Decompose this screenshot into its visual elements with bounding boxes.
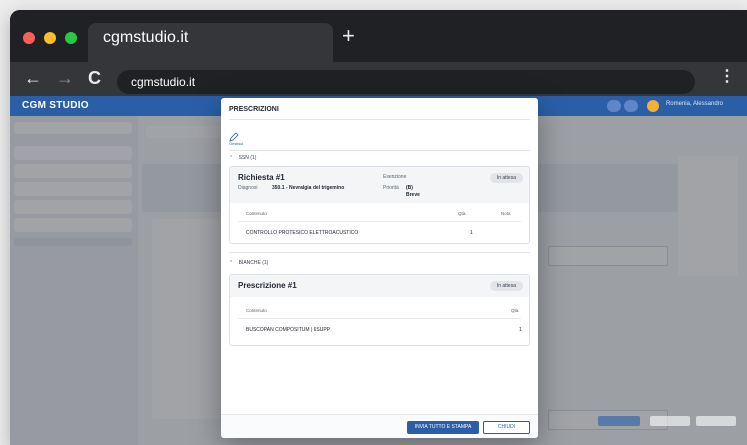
prescription-qty: 1 xyxy=(470,230,473,236)
ssn-request-card: Richiesta #1 In attesa Diagnosi 350.1 - … xyxy=(229,166,530,244)
close-window-button[interactable] xyxy=(23,32,35,44)
bianche-section-label: BIANCHE (1) xyxy=(238,260,269,266)
status-badge: In attesa xyxy=(489,281,523,291)
messages-icon[interactable] xyxy=(624,100,638,112)
exemption-label: Esenzione xyxy=(383,174,407,180)
section-divider xyxy=(229,252,530,253)
toolbar-divider xyxy=(229,150,530,151)
help-icon[interactable] xyxy=(607,100,621,112)
address-bar[interactable]: cgmstudio.it xyxy=(117,70,695,94)
column-header-content: Contenuto xyxy=(246,308,267,313)
bianche-card-title: Prescrizione #1 xyxy=(238,281,297,290)
prescription-content: BUSCOPAN COMPOSITUM | 6SUPP xyxy=(246,327,330,333)
table-divider xyxy=(238,318,521,319)
diagnosis-value: 350.1 - Nevralgia del trigemino xyxy=(272,185,345,191)
ssn-card-title: Richiesta #1 xyxy=(238,173,285,182)
ssn-card-header: Richiesta #1 In attesa Diagnosi 350.1 - … xyxy=(230,167,529,203)
status-badge: In attesa xyxy=(489,173,523,183)
browser-menu-icon[interactable]: ⋮ xyxy=(719,68,735,86)
chevron-up-icon: ⌃ xyxy=(229,260,234,266)
bianche-prescription-card: Prescrizione #1 In attesa Contenuto Qtà.… xyxy=(229,274,530,346)
tab-title: cgmstudio.it xyxy=(103,29,189,46)
diagnosis-label: Diagnosi xyxy=(238,185,258,191)
browser-nav-bar: ← → C cgmstudio.it ⋮ xyxy=(10,62,747,96)
close-button[interactable]: CHIUDI xyxy=(483,421,530,434)
modal-divider xyxy=(229,119,530,120)
back-arrow-icon[interactable]: ← xyxy=(24,67,42,89)
reload-icon[interactable]: C xyxy=(88,67,101,89)
modal-footer: INVIA TUTTO E STAMPA CHIUDI xyxy=(221,414,538,438)
forward-arrow-icon[interactable]: → xyxy=(56,67,74,89)
prescription-content: CONTROLLO PROTESICO ELETTROACUSTICO xyxy=(246,230,359,236)
prescription-qty: 1 xyxy=(519,327,522,333)
background-save-button xyxy=(650,416,690,426)
browser-tab-bar: cgmstudio.it + xyxy=(10,10,747,62)
column-header-qty: Qtà. xyxy=(458,211,467,216)
priority-label: Priorità xyxy=(383,185,399,191)
priority-text: Breve xyxy=(406,192,420,198)
prescriptions-modal: PRESCRIZIONI Gestisci ⌃ SSN (1) Richiest… xyxy=(221,98,538,438)
minimize-window-button[interactable] xyxy=(44,32,56,44)
manage-button[interactable]: Gestisci xyxy=(229,129,247,147)
modal-title: PRESCRIZIONI xyxy=(229,106,279,113)
send-all-and-print-button[interactable]: INVIA TUTTO E STAMPA xyxy=(407,421,479,434)
column-header-content: Contenuto xyxy=(246,211,267,216)
background-confirm-button xyxy=(598,416,640,426)
app-title: CGM STUDIO xyxy=(22,100,89,111)
screen: cgmstudio.it + ← → C cgmstudio.it ⋮ CGM … xyxy=(0,0,747,445)
maximize-window-button[interactable] xyxy=(65,32,77,44)
background-cancel-button xyxy=(696,416,736,426)
column-header-qty: Qtà. xyxy=(511,308,520,313)
ssn-section-toggle[interactable]: ⌃ SSN (1) xyxy=(229,155,256,161)
priority-code: (B) xyxy=(406,185,413,191)
user-avatar[interactable] xyxy=(647,100,659,112)
bianche-card-header: Prescrizione #1 In attesa xyxy=(230,275,529,297)
column-header-note: Nota xyxy=(501,211,511,216)
ssn-section-label: SSN (1) xyxy=(238,155,257,161)
url-text: cgmstudio.it xyxy=(131,75,196,89)
new-tab-button[interactable]: + xyxy=(342,25,355,47)
bianche-section-toggle[interactable]: ⌃ BIANCHE (1) xyxy=(229,260,268,266)
chevron-up-icon: ⌃ xyxy=(229,155,234,161)
browser-tab[interactable]: cgmstudio.it xyxy=(88,23,333,62)
table-divider xyxy=(238,221,521,222)
manage-label: Gestisci xyxy=(229,141,244,146)
user-name[interactable]: Romenia, Alessandro xyxy=(666,101,723,107)
